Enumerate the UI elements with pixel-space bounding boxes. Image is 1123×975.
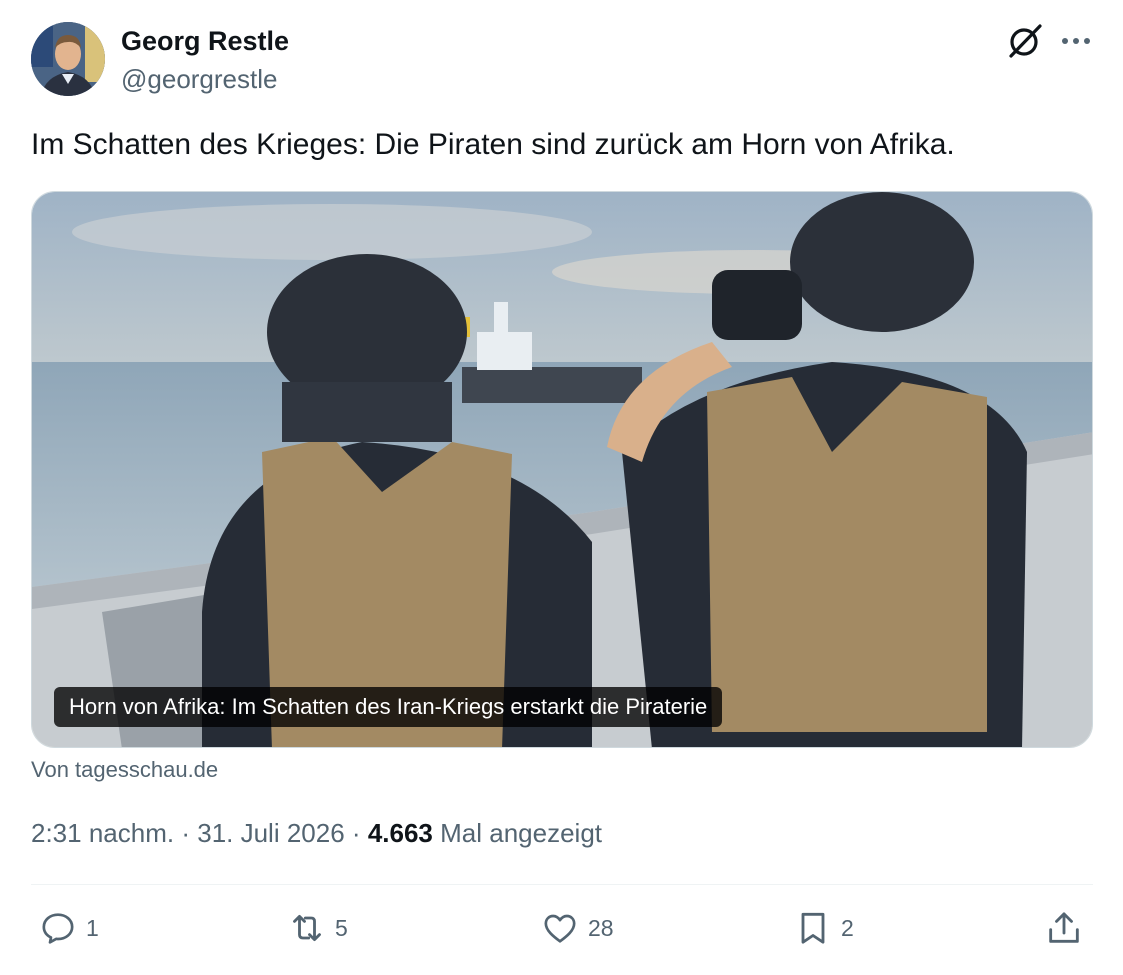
like-count: 28 <box>588 914 614 941</box>
card-image <box>32 192 1092 747</box>
meta-separator: · <box>181 818 190 848</box>
repost-count: 5 <box>335 914 348 941</box>
views-count[interactable]: 4.663 <box>368 818 433 848</box>
repost-button[interactable]: 5 <box>287 906 348 950</box>
tweet-time[interactable]: 2:31 nachm. <box>31 818 174 848</box>
avatar[interactable] <box>31 22 105 96</box>
card-source[interactable]: Von tagesschau.de <box>31 757 218 783</box>
bookmark-button[interactable]: 2 <box>793 906 854 950</box>
tweet-meta: 2:31 nachm. · 31. Juli 2026 · 4.663 Mal … <box>31 818 602 849</box>
author-handle[interactable]: @georgrestle <box>121 64 277 95</box>
divider <box>31 884 1093 885</box>
author-name[interactable]: Georg Restle <box>121 26 289 57</box>
link-card[interactable]: Horn von Afrika: Im Schatten des Iran-Kr… <box>31 191 1093 748</box>
reply-button[interactable]: 1 <box>38 906 99 950</box>
avatar-image <box>31 22 105 96</box>
reply-icon <box>42 913 74 944</box>
like-icon <box>544 914 576 943</box>
like-button[interactable]: 28 <box>540 906 614 950</box>
repost-icon <box>293 914 321 942</box>
tweet-text: Im Schatten des Krieges: Die Piraten sin… <box>31 128 955 161</box>
views-label: Mal angezeigt <box>440 818 603 848</box>
grok-icon[interactable] <box>1006 22 1044 60</box>
bookmark-icon <box>801 912 825 944</box>
share-icon <box>1049 912 1079 943</box>
meta-separator: · <box>351 818 361 848</box>
tweet-date[interactable]: 31. Juli 2026 <box>197 818 344 848</box>
bookmark-count: 2 <box>841 914 854 941</box>
card-caption: Horn von Afrika: Im Schatten des Iran-Kr… <box>54 687 723 727</box>
more-options-icon[interactable] <box>1058 26 1094 56</box>
share-button[interactable] <box>1044 906 1084 950</box>
reply-count: 1 <box>86 914 99 941</box>
